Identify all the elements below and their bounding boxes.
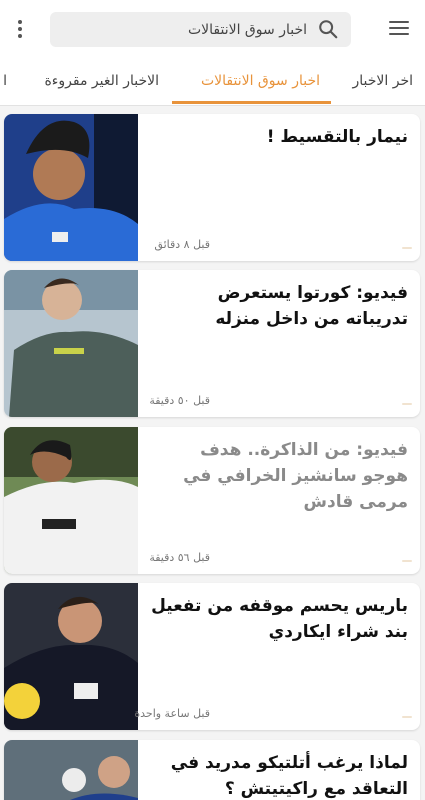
- article-title: لماذا يرغب أتلتيكو مدريد في التعاقد مع ر…: [170, 753, 408, 799]
- tab-latest-news[interactable]: اخر الاخبار: [353, 58, 414, 105]
- article-title: نيمار بالتقسيط !: [266, 127, 408, 147]
- search-input[interactable]: [67, 12, 307, 47]
- card-corner-mark: [402, 560, 412, 562]
- article-card[interactable]: باريس يحسم موقفه من تفعيل بند شراء ايكار…: [4, 583, 420, 730]
- player-photo-real-madrid-keeper: [4, 270, 138, 417]
- top-app-bar: [0, 0, 425, 58]
- card-corner-mark: [402, 716, 412, 718]
- article-card[interactable]: فيديو: من الذاكرة.. هدف هوجو سانشيز الخر…: [4, 427, 420, 574]
- search-bar[interactable]: [50, 12, 351, 47]
- article-time: قبل ٥٠ دقيقة: [149, 394, 210, 407]
- more-vertical-icon[interactable]: [14, 18, 26, 42]
- article-time: قبل ٥٦ دقيقة: [149, 551, 210, 564]
- player-photo-barcelona: [4, 740, 138, 800]
- article-time: قبل ساعة واحدة: [134, 707, 210, 720]
- search-icon[interactable]: [317, 18, 339, 40]
- hamburger-menu-icon[interactable]: [387, 17, 411, 41]
- card-corner-mark: [402, 247, 412, 249]
- article-title: فيديو: من الذاكرة.. هدف هوجو سانشيز الخر…: [183, 440, 408, 512]
- article-card[interactable]: فيديو: كورتوا يستعرض تدريباته من داخل من…: [4, 270, 420, 417]
- active-tab-indicator: [172, 101, 331, 104]
- player-photo-real-madrid-white: [4, 427, 138, 574]
- article-title: باريس يحسم موقفه من تفعيل بند شراء ايكار…: [151, 596, 408, 642]
- tab-unread-news[interactable]: الاخبار الغير مقروءة: [44, 58, 159, 105]
- article-card[interactable]: لماذا يرغب أتلتيكو مدريد في التعاقد مع ر…: [4, 740, 420, 800]
- article-card[interactable]: نيمار بالتقسيط ! قبل ٨ دقائق: [4, 114, 420, 261]
- category-tabs: اخر الاخبار اخبار سوق الانتقالات الاخبار…: [0, 58, 425, 106]
- article-time: قبل ٨ دقائق: [154, 238, 210, 251]
- card-corner-mark: [402, 403, 412, 405]
- article-title: فيديو: كورتوا يستعرض تدريباته من داخل من…: [215, 283, 408, 329]
- player-photo-psg: [4, 114, 138, 261]
- player-photo-psg-ball: [4, 583, 138, 730]
- tab-overflow[interactable]: ا: [3, 58, 7, 105]
- tab-transfer-news[interactable]: اخبار سوق الانتقالات: [201, 58, 320, 105]
